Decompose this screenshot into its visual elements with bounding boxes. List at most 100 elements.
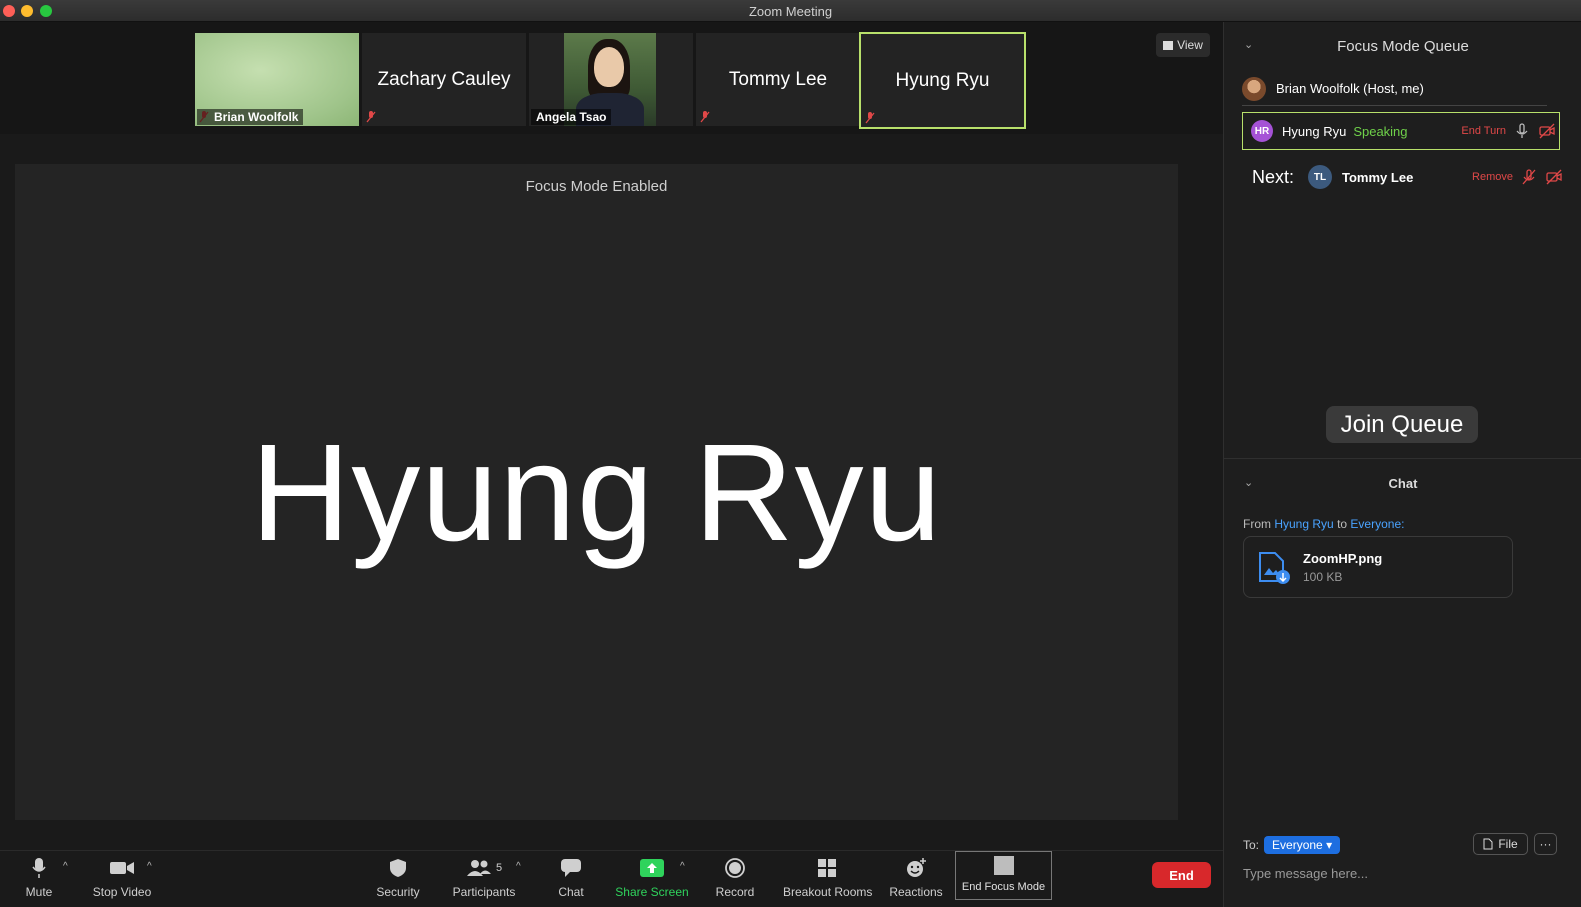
participant-label: Angela Tsao — [531, 109, 612, 125]
muted-mic-icon[interactable] — [1521, 169, 1537, 185]
window-title: Zoom Meeting — [748, 4, 833, 19]
recipient-value: Everyone — [1272, 838, 1323, 852]
stop-video-button[interactable]: Stop Video — [90, 853, 154, 899]
participant-name: Zachary Cauley — [377, 69, 511, 90]
microphone-icon[interactable] — [1514, 123, 1530, 139]
window-titlebar: Zoom Meeting — [0, 0, 1581, 22]
meeting-toolbar: Mute ^ Stop Video ^ Security 5 Participa… — [0, 850, 1223, 907]
record-label: Record — [715, 885, 755, 899]
file-attachment[interactable]: ZoomHP.png 100 KB — [1243, 536, 1513, 598]
file-button-label: File — [1498, 837, 1518, 851]
sender-name[interactable]: Hyung Ryu — [1274, 517, 1333, 531]
participants-icon — [466, 860, 491, 876]
grid-icon — [1163, 40, 1174, 50]
remove-link[interactable]: Remove — [1472, 171, 1513, 183]
view-button[interactable]: View — [1156, 33, 1210, 57]
gallery-strip: Brian Woolfolk Zachary Cauley Angela Tsa… — [0, 22, 1223, 134]
file-name: ZoomHP.png — [1303, 551, 1383, 566]
file-size: 100 KB — [1303, 570, 1343, 584]
chat-bubble-icon — [561, 859, 581, 877]
end-turn-link[interactable]: End Turn — [1461, 125, 1506, 137]
participant-tile-brian[interactable]: Brian Woolfolk — [195, 33, 359, 126]
smiley-plus-icon — [907, 858, 926, 877]
recipient-selector-row: To: Everyone ▾ — [1243, 836, 1341, 854]
security-button[interactable]: Security — [372, 853, 424, 899]
participant-tile-zachary[interactable]: Zachary Cauley — [362, 33, 526, 126]
chat-panel: ⌄ Chat From Hyung Ryu to Everyone: ZoomH… — [1224, 460, 1581, 907]
meeting-stage: Brian Woolfolk Zachary Cauley Angela Tsa… — [0, 22, 1223, 850]
join-queue-button[interactable]: Join Queue — [1326, 406, 1478, 443]
queue-title: Focus Mode Queue — [1337, 38, 1469, 55]
audio-options-chevron-icon[interactable]: ^ — [63, 861, 68, 872]
mute-label: Mute — [25, 885, 53, 899]
recipient-dropdown[interactable]: Everyone ▾ — [1264, 836, 1341, 854]
participants-count: 5 — [495, 862, 503, 874]
participant-label: Brian Woolfolk — [197, 109, 304, 125]
record-button[interactable]: Record — [713, 853, 757, 899]
share-screen-label: Share Screen — [615, 885, 689, 899]
send-file-button[interactable]: File — [1473, 833, 1528, 855]
focus-queue-panel: ⌄ Focus Mode Queue Brian Woolfolk (Host,… — [1224, 22, 1581, 459]
breakout-rooms-button[interactable]: Breakout Rooms — [783, 853, 873, 899]
speaker-name: Hyung Ryu — [1282, 123, 1347, 139]
share-screen-icon — [640, 859, 664, 877]
queue-host-row: Brian Woolfolk (Host, me) — [1242, 72, 1547, 106]
focus-mode-label: Focus Mode Enabled — [525, 178, 668, 195]
participants-button[interactable]: 5 Participants — [450, 853, 518, 899]
participants-options-chevron-icon[interactable]: ^ — [516, 861, 521, 872]
participant-tile-hyung[interactable]: Hyung Ryu — [859, 32, 1026, 129]
video-options-chevron-icon[interactable]: ^ — [147, 861, 152, 872]
avatar — [1242, 76, 1266, 101]
from-prefix: From — [1243, 517, 1271, 531]
breakout-rooms-icon — [818, 859, 836, 877]
queue-next-row: Next: TL Tommy Lee Remove — [1252, 162, 1562, 192]
active-speaker-view: Focus Mode Enabled Hyung Ryu — [15, 164, 1178, 820]
recipient-name: Everyone: — [1350, 517, 1405, 531]
microphone-icon — [32, 858, 46, 878]
view-label: View — [1177, 38, 1203, 52]
to-word: to — [1337, 517, 1348, 531]
end-focus-mode-label: End Focus Mode — [961, 881, 1046, 893]
reactions-label: Reactions — [889, 885, 943, 899]
end-meeting-button[interactable]: End — [1152, 862, 1211, 888]
share-screen-button[interactable]: Share Screen — [614, 853, 690, 899]
active-speaker-name: Hyung Ryu — [250, 416, 943, 570]
queue-speaking-row: HR Hyung Ryu Speaking End Turn — [1242, 112, 1560, 150]
mute-button[interactable]: Mute — [20, 853, 58, 899]
chat-message-input[interactable] — [1243, 863, 1553, 883]
avatar: TL — [1308, 165, 1333, 189]
chat-message-header: From Hyung Ryu to Everyone: — [1243, 517, 1404, 531]
muted-mic-icon — [700, 111, 710, 123]
more-options-button[interactable]: ··· — [1534, 833, 1557, 855]
speaking-status: Speaking — [1353, 123, 1408, 139]
next-participant-name: Tommy Lee — [1342, 169, 1414, 185]
dropdown-caret-icon: ▾ — [1326, 838, 1333, 852]
shield-icon — [390, 859, 406, 877]
video-off-icon[interactable] — [1546, 169, 1562, 185]
share-options-chevron-icon[interactable]: ^ — [680, 861, 685, 872]
stop-video-label: Stop Video — [92, 885, 152, 899]
participant-tile-tommy[interactable]: Tommy Lee — [696, 33, 860, 126]
record-icon — [725, 858, 745, 878]
participant-name: Tommy Lee — [728, 69, 828, 90]
participants-label: Participants — [452, 885, 516, 899]
end-focus-mode-button[interactable]: End Focus Mode — [955, 851, 1052, 900]
side-panel: ⌄ Focus Mode Queue Brian Woolfolk (Host,… — [1223, 22, 1581, 907]
participant-tile-angela[interactable]: Angela Tsao — [529, 33, 693, 126]
to-label: To: — [1243, 838, 1260, 852]
participant-name: Hyung Ryu — [895, 70, 990, 91]
breakout-rooms-label: Breakout Rooms — [783, 885, 873, 899]
security-label: Security — [376, 885, 420, 899]
video-off-icon[interactable] — [1539, 123, 1555, 139]
stop-square-icon — [993, 856, 1014, 875]
reactions-button[interactable]: Reactions — [888, 853, 944, 899]
video-camera-icon — [110, 862, 134, 874]
avatar: HR — [1251, 120, 1273, 142]
document-icon — [1483, 838, 1493, 850]
chat-label: Chat — [558, 885, 584, 899]
host-name: Brian Woolfolk (Host, me) — [1276, 81, 1424, 96]
chat-button[interactable]: Chat — [552, 853, 590, 899]
muted-mic-icon — [366, 111, 376, 123]
muted-mic-icon — [865, 112, 875, 124]
chat-title: Chat — [1388, 476, 1418, 491]
